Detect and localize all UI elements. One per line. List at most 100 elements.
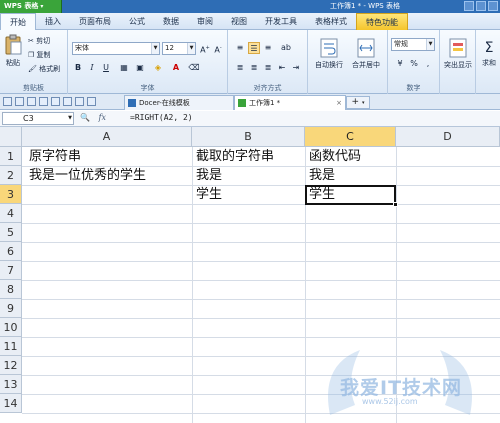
row-header-5[interactable]: 5 xyxy=(0,223,22,242)
cell-c1[interactable]: 函数代码 xyxy=(306,147,396,166)
underline-button[interactable]: U xyxy=(100,62,112,74)
undo-icon[interactable] xyxy=(63,97,72,106)
row-header-11[interactable]: 11 xyxy=(0,337,22,356)
tab-formulas[interactable]: 公式 xyxy=(120,13,154,30)
zoom-formula-icon[interactable]: 🔍 xyxy=(80,113,90,122)
row-header-9[interactable]: 9 xyxy=(0,299,22,318)
cell-a1[interactable]: 原字符串 xyxy=(26,147,192,166)
align-bottom-icon[interactable]: ≡ xyxy=(262,42,274,54)
row-header-1[interactable]: 1 xyxy=(0,147,22,166)
save-icon[interactable] xyxy=(27,97,36,106)
clipboard-group: 粘贴 ✂ 剪切 ❐ 复制 🖌 格式刷 剪贴板 xyxy=(0,30,68,94)
select-all-corner[interactable] xyxy=(0,127,22,147)
row-header-7[interactable]: 7 xyxy=(0,261,22,280)
font-size-select[interactable]: 12 ▼ xyxy=(162,42,196,55)
row-header-8[interactable]: 8 xyxy=(0,280,22,299)
font-name-value: 宋体 xyxy=(75,44,89,52)
sigma-icon: Σ xyxy=(484,40,494,56)
fill-color-icon[interactable]: ◈ xyxy=(152,62,164,74)
print-icon[interactable] xyxy=(39,97,48,106)
paste-button[interactable]: 粘贴 xyxy=(3,34,23,68)
tab-table-style[interactable]: 表格样式 xyxy=(306,13,356,30)
bold-button[interactable]: B xyxy=(72,62,84,74)
fill-handle[interactable] xyxy=(393,202,398,207)
cell-b3[interactable]: 学生 xyxy=(193,185,305,204)
column-header-d[interactable]: D xyxy=(396,127,500,147)
close-icon[interactable]: × xyxy=(336,96,342,110)
align-middle-icon[interactable]: ☰ xyxy=(248,42,260,54)
document-tab-bar: Docer-在线模板 工作簿1 * × + ▾ xyxy=(0,94,500,110)
tab-workbook1[interactable]: 工作簿1 * × xyxy=(234,95,346,110)
currency-icon[interactable]: ¥ xyxy=(394,58,406,70)
wps-app-menu-button[interactable]: WPS 表格 ▾ xyxy=(0,0,62,13)
cell-style-icon[interactable]: ▣ xyxy=(134,62,146,74)
more-icon[interactable] xyxy=(87,97,96,106)
row-header-6[interactable]: 6 xyxy=(0,242,22,261)
number-format-select[interactable]: 常规 ▼ xyxy=(391,38,435,51)
column-header-a[interactable]: A xyxy=(22,127,192,147)
italic-button[interactable]: I xyxy=(86,62,98,74)
percent-button[interactable]: % xyxy=(408,58,420,70)
number-group: 常规 ▼ ¥ % , 数字 xyxy=(388,30,440,94)
borders-icon[interactable]: ▦ xyxy=(118,62,130,74)
row-header-4[interactable]: 4 xyxy=(0,204,22,223)
redo-icon[interactable] xyxy=(75,97,84,106)
column-header-b[interactable]: B xyxy=(192,127,305,147)
row-header-2[interactable]: 2 xyxy=(0,166,22,185)
tab-review[interactable]: 审阅 xyxy=(188,13,222,30)
tab-special-features[interactable]: 特色功能 xyxy=(356,13,408,30)
thousands-separator-icon[interactable]: , xyxy=(422,58,434,70)
chevron-down-icon: ▼ xyxy=(68,115,72,121)
highlight-button[interactable]: 突出显示 xyxy=(442,38,474,70)
row-header-12[interactable]: 12 xyxy=(0,356,22,375)
tab-docer-templates[interactable]: Docer-在线模板 xyxy=(124,95,234,110)
merge-center-button[interactable]: 合并居中 xyxy=(348,38,384,70)
row-header-3[interactable]: 3 xyxy=(0,185,22,204)
tab-data[interactable]: 数据 xyxy=(154,13,188,30)
format-painter-button[interactable]: 🖌 格式刷 xyxy=(28,64,60,74)
cell-b1[interactable]: 截取的字符串 xyxy=(193,147,305,166)
font-name-select[interactable]: 宋体 ▼ xyxy=(72,42,160,55)
name-box[interactable]: C3 ▼ xyxy=(2,112,74,125)
align-top-icon[interactable]: ≡ xyxy=(234,42,246,54)
row-header-13[interactable]: 13 xyxy=(0,375,22,394)
row-header-10[interactable]: 10 xyxy=(0,318,22,337)
font-color-icon[interactable]: A xyxy=(170,62,182,74)
sum-button[interactable]: Σ 求和 xyxy=(478,38,500,68)
cell-c2[interactable]: 我是 xyxy=(306,166,396,185)
row-header-14[interactable]: 14 xyxy=(0,394,22,413)
formula-input[interactable]: =RIGHT(A2, 2) xyxy=(128,112,500,125)
column-header-c[interactable]: C xyxy=(305,127,396,147)
insert-function-icon[interactable]: fx xyxy=(99,113,106,122)
align-right-icon[interactable]: ≣ xyxy=(262,62,274,74)
text-orientation-icon[interactable]: ab xyxy=(280,42,292,54)
active-cell-border xyxy=(305,185,396,205)
highlight-label: 突出显示 xyxy=(444,61,472,69)
decrease-indent-icon[interactable]: ⇤ xyxy=(276,62,288,74)
alignment-group: ≡ ☰ ≡ ab ≣ ≣ ≣ ⇤ ⇥ 对齐方式 xyxy=(228,30,308,94)
cell-b2[interactable]: 我是 xyxy=(193,166,305,185)
increase-indent-icon[interactable]: ⇥ xyxy=(290,62,302,74)
open-file-icon[interactable] xyxy=(15,97,24,106)
tab-home[interactable]: 开始 xyxy=(0,13,36,30)
align-center-icon[interactable]: ≣ xyxy=(248,62,260,74)
tab-developer[interactable]: 开发工具 xyxy=(256,13,306,30)
new-file-icon[interactable] xyxy=(3,97,12,106)
align-left-icon[interactable]: ≣ xyxy=(234,62,246,74)
tab-page-layout[interactable]: 页面布局 xyxy=(70,13,120,30)
decrease-font-size-button[interactable]: A- xyxy=(212,42,224,55)
increase-font-size-button[interactable]: A+ xyxy=(199,42,211,55)
tab-view[interactable]: 视图 xyxy=(222,13,256,30)
cell-a2[interactable]: 我是一位优秀的学生 xyxy=(26,166,192,185)
print-preview-icon[interactable] xyxy=(51,97,60,106)
minimize-button[interactable] xyxy=(464,1,474,11)
copy-button[interactable]: ❐ 复制 xyxy=(28,50,51,60)
cut-button[interactable]: ✂ 剪切 xyxy=(28,36,50,46)
clear-format-icon[interactable]: ⌫ xyxy=(188,62,200,74)
merge-center-label: 合并居中 xyxy=(352,61,380,69)
new-tab-button[interactable]: + ▾ xyxy=(346,96,370,109)
maximize-button[interactable] xyxy=(476,1,486,11)
tab-insert[interactable]: 插入 xyxy=(36,13,70,30)
close-window-button[interactable] xyxy=(488,1,498,11)
auto-wrap-button[interactable]: 自动换行 xyxy=(312,38,346,70)
